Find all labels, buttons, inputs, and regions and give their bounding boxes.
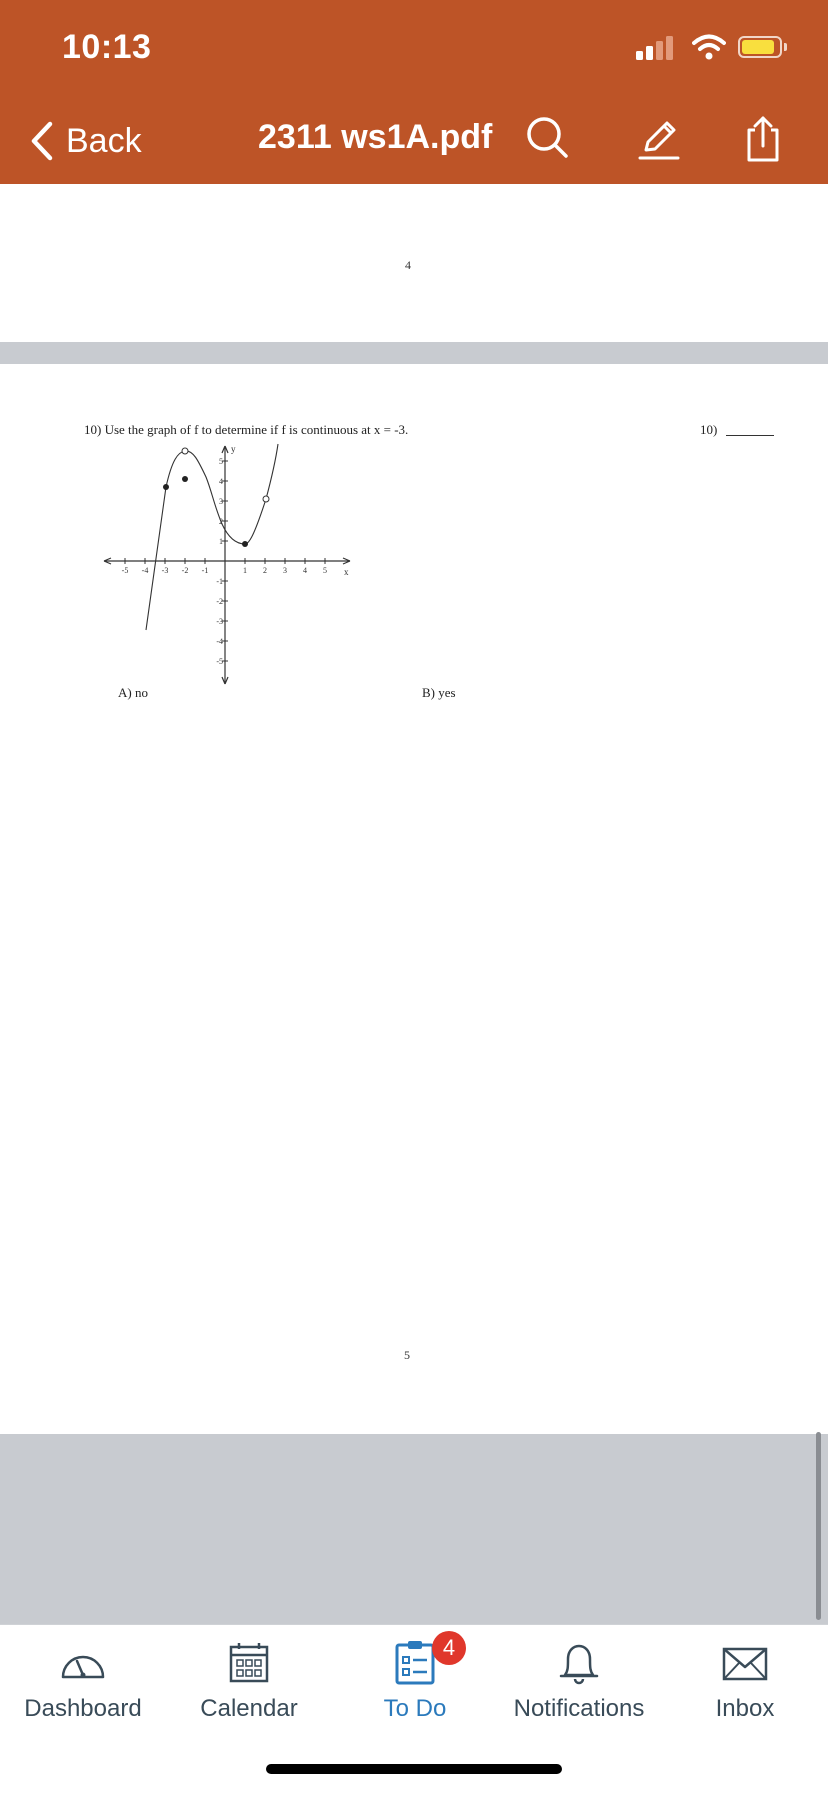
x-axis-label: x (344, 567, 349, 577)
tab-inbox[interactable]: Inbox (662, 1625, 828, 1745)
home-indicator (266, 1764, 562, 1774)
dashboard-gauge-icon (61, 1655, 105, 1679)
x-tick-label: -3 (162, 566, 169, 575)
scrollbar-thumb[interactable] (816, 1432, 821, 1620)
y-axis-label: y (231, 444, 236, 454)
tab-todo[interactable]: 4 To Do (332, 1625, 498, 1745)
question-text: 10) Use the graph of f to determine if f… (84, 422, 409, 437)
document-title: 2311 ws1A.pdf (258, 118, 493, 156)
choice-b: B) yes (422, 685, 456, 700)
status-icons (636, 34, 796, 64)
tab-label: Calendar (200, 1695, 298, 1722)
y-tick-label: -1 (216, 577, 223, 586)
search-icon[interactable] (522, 112, 572, 164)
page-number: 4 (405, 258, 411, 272)
tab-label: Dashboard (24, 1695, 142, 1722)
x-tick-label: -5 (122, 566, 129, 575)
bell-icon (559, 1644, 599, 1685)
status-time: 10:13 (62, 28, 152, 66)
todo-count-badge: 4 (432, 1631, 466, 1665)
envelope-icon (722, 1647, 768, 1681)
open-point (262, 495, 270, 503)
y-tick-label: 4 (219, 477, 223, 486)
y-tick-label: 3 (219, 497, 223, 506)
function-graph: y x -5 -4 -3 -2 -1 1 2 3 4 5 54321-1-2-3-4-5 (103, 443, 351, 685)
viewer-background (0, 1434, 828, 1624)
tab-notifications[interactable]: Notifications (496, 1625, 662, 1745)
battery-icon (738, 36, 782, 58)
x-tick-label: -1 (202, 566, 209, 575)
chevron-left-icon (31, 121, 53, 161)
answer-blank-line (726, 435, 774, 436)
answer-number-label: 10) (700, 422, 718, 437)
x-tick-label: -4 (142, 566, 149, 575)
tab-label: Notifications (513, 1695, 645, 1722)
x-tick-label: 1 (243, 566, 247, 575)
y-tick-label: -4 (216, 637, 223, 646)
page-separator (0, 342, 828, 364)
tab-label: To Do (383, 1695, 447, 1722)
closed-point (182, 476, 188, 482)
tab-calendar[interactable]: Calendar (166, 1625, 332, 1745)
choice-a: A) no (118, 685, 148, 700)
x-tick-label: 3 (283, 566, 287, 575)
share-icon[interactable] (738, 112, 788, 164)
function-curve (145, 443, 279, 631)
y-tick-label: 5 (219, 457, 223, 466)
y-tick-label: -3 (216, 617, 223, 626)
back-label: Back (66, 121, 142, 160)
x-tick-label: 5 (323, 566, 327, 575)
x-tick-label: -2 (182, 566, 189, 575)
pdf-page-4: 4 (0, 184, 828, 342)
y-tick-label: -5 (216, 657, 223, 666)
y-tick-label: -2 (216, 597, 223, 606)
open-point (181, 447, 189, 455)
wifi-icon (692, 34, 726, 60)
closed-point (163, 484, 169, 490)
y-tick-label: 1 (219, 537, 223, 546)
x-tick-label: 4 (303, 566, 307, 575)
closed-point (242, 541, 248, 547)
back-button[interactable]: Back (24, 116, 142, 166)
cellular-signal-icon (636, 34, 676, 60)
tab-label: Inbox (715, 1695, 775, 1722)
top-header: 10:13 Back 2311 ws1A.pdf (0, 0, 828, 184)
tab-dashboard[interactable]: Dashboard (0, 1625, 166, 1745)
annotate-pen-icon[interactable] (634, 112, 684, 164)
x-tick-label: 2 (263, 566, 267, 575)
page-number: 5 (404, 1348, 410, 1362)
calendar-icon (229, 1643, 269, 1683)
